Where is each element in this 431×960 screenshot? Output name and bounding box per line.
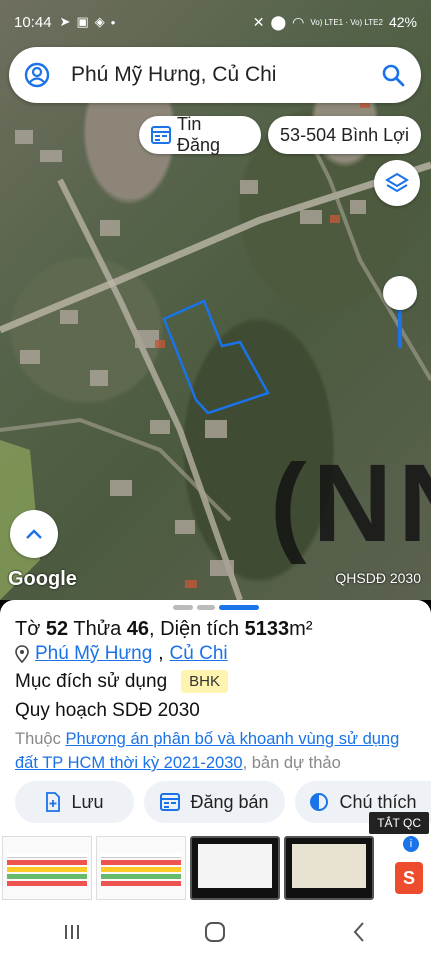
- battery-percent: 42%: [388, 14, 417, 30]
- listing-icon: [160, 793, 181, 811]
- ward-link[interactable]: Phú Mỹ Hưng: [35, 643, 152, 665]
- ad-info-icon[interactable]: i: [403, 836, 419, 852]
- opacity-slider-thumb[interactable]: [383, 276, 417, 310]
- address-chip[interactable]: 53-504 Bình Lợi: [268, 116, 421, 154]
- search-bar[interactable]: Phú Mỹ Hưng, Củ Chi: [9, 47, 421, 103]
- listings-chip[interactable]: Tin Đăng: [139, 114, 261, 155]
- back-button[interactable]: [319, 921, 399, 943]
- district-link[interactable]: Củ Chi: [170, 643, 228, 665]
- sheet-label: Tờ: [15, 618, 41, 640]
- expand-up-button[interactable]: [10, 510, 58, 558]
- source-link[interactable]: Phương án phân bố và khoanh vùng sử dụng…: [15, 730, 399, 772]
- source-suffix: , bản dự thảo: [242, 754, 341, 772]
- plan-watermark: (NN: [270, 442, 431, 565]
- telegram-icon: ➤: [59, 14, 71, 29]
- wifi-icon: ◠: [292, 13, 305, 30]
- home-icon: [205, 922, 226, 942]
- sheet-handle[interactable]: [173, 605, 259, 610]
- recent-apps-icon: [64, 925, 79, 939]
- location-pin-icon: [15, 645, 29, 663]
- ad-image-laptop-screen[interactable]: [190, 836, 280, 900]
- google-logo: Google: [8, 568, 77, 590]
- network-label: Vo) LTE1 · Vo) LTE2: [310, 17, 383, 27]
- purpose-label: Mục đích sử dụng: [15, 670, 168, 692]
- search-icon[interactable]: [365, 63, 421, 87]
- status-time: 10:44: [14, 13, 52, 31]
- land-purpose: Mục đích sử dụng BHK: [15, 670, 228, 693]
- sheet-number: 52: [45, 618, 69, 640]
- address-chip-label: 53-504 Bình Lợi: [280, 124, 409, 145]
- listings-chip-label: Tin Đăng: [177, 114, 221, 155]
- dot-icon: •: [110, 14, 116, 30]
- area-label: Diện tích: [160, 618, 240, 640]
- plan-title: Quy hoạch SDĐ 2030: [15, 700, 200, 721]
- ad-banner[interactable]: TẮT QC i S: [0, 812, 431, 904]
- purpose-badge: BHK: [181, 670, 228, 693]
- post-sale-button[interactable]: Đăng bán: [144, 781, 285, 823]
- area-value: 5133: [244, 618, 290, 640]
- post-sale-label: Đăng bán: [190, 791, 269, 812]
- legend-label: Chú thích: [339, 791, 417, 812]
- parcel-info-sheet: Tờ 52 Thửa 46, Diện tích 5133m² Phú Mỹ H…: [0, 600, 431, 832]
- listing-icon: [151, 126, 171, 144]
- ad-image-laptop-screen-2[interactable]: [284, 836, 374, 900]
- lot-number: 46: [126, 618, 150, 640]
- back-icon: [353, 922, 364, 942]
- layers-icon: [385, 172, 409, 193]
- plan-source: Thuộc Phương án phân bố và khoanh vùng s…: [15, 727, 420, 775]
- parcel-outline[interactable]: [162, 299, 270, 415]
- app-icon: ◈: [94, 14, 105, 29]
- layers-button[interactable]: [374, 160, 420, 206]
- ad-image-spreadsheet[interactable]: [2, 836, 92, 900]
- gallery-icon: ▣: [76, 14, 89, 29]
- home-button[interactable]: [175, 921, 255, 943]
- chevron-up-icon: [26, 529, 42, 539]
- notification-icons: ➤ ▣ ◈ •: [60, 14, 116, 30]
- mute-icon: ✕: [252, 13, 265, 30]
- source-prefix: Thuộc: [15, 730, 61, 748]
- search-input[interactable]: Phú Mỹ Hưng, Củ Chi: [65, 63, 365, 87]
- area-unit: m²: [289, 618, 313, 640]
- android-nav-bar: [0, 904, 431, 960]
- parcel-title: Tờ 52 Thửa 46, Diện tích 5133m²: [15, 618, 313, 640]
- plan-layer-label: QHSDĐ 2030: [335, 570, 421, 586]
- location-icon: ⬤: [270, 13, 287, 30]
- status-bar: 10:44 ➤ ▣ ◈ • ✕ ⬤ ◠ Vo) LTE1 · Vo) LTE2 …: [0, 0, 431, 44]
- contrast-icon: [310, 793, 329, 811]
- save-label: Lưu: [71, 791, 104, 812]
- close-ad-button[interactable]: TẮT QC: [369, 812, 429, 834]
- save-button[interactable]: Lưu: [15, 781, 134, 823]
- add-file-icon: [46, 792, 61, 812]
- ad-image-spreadsheet-2[interactable]: [96, 836, 186, 900]
- lot-label: Thửa: [73, 618, 122, 640]
- recent-apps-button[interactable]: [32, 922, 112, 942]
- system-icons: ✕ ⬤ ◠ Vo) LTE1 · Vo) LTE2 42%: [253, 14, 417, 31]
- shopee-icon[interactable]: S: [395, 862, 423, 894]
- parcel-location: Phú Mỹ Hưng, Củ Chi: [15, 643, 228, 665]
- account-icon[interactable]: [9, 62, 65, 88]
